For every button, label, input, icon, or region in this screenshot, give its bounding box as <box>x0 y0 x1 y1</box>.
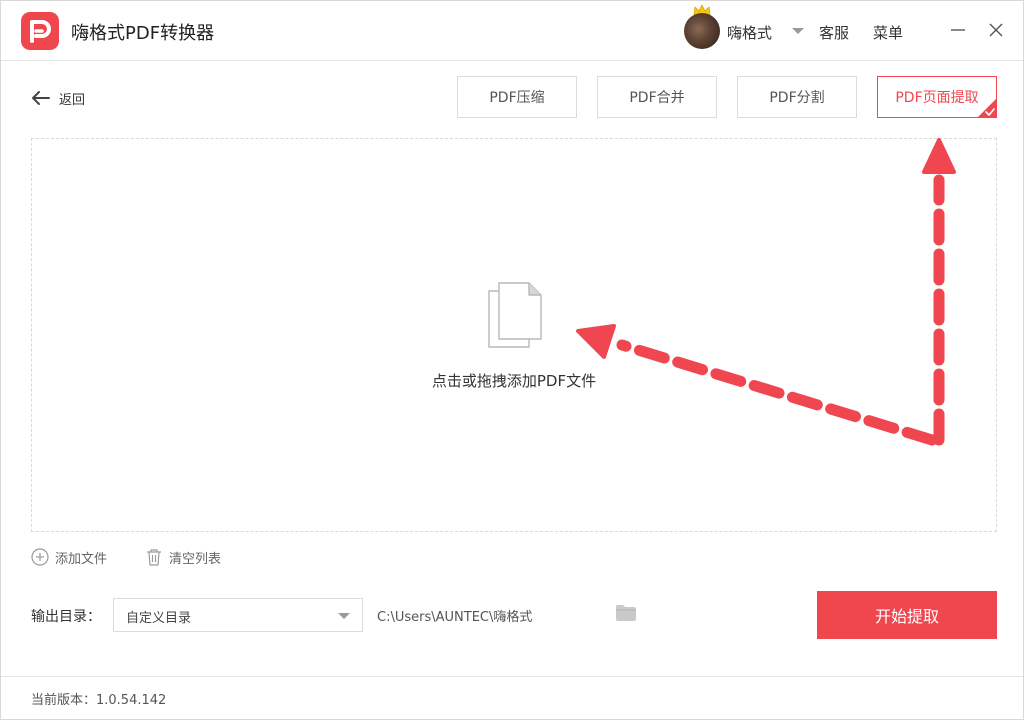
document-stack-icon <box>488 282 542 348</box>
back-button[interactable]: 返回 <box>31 87 85 109</box>
check-corner-icon <box>977 98 997 118</box>
version-text: 当前版本：1.0.54.142 <box>31 693 167 708</box>
tab-pdf-merge[interactable]: PDF合并 <box>597 76 717 118</box>
username[interactable]: 嗨格式 <box>727 22 772 43</box>
tab-pdf-compress[interactable]: PDF压缩 <box>457 76 577 118</box>
start-extract-button[interactable]: 开始提取 <box>817 591 997 639</box>
trash-icon <box>147 549 161 566</box>
title-bar: 嗨格式PDF转换器 嗨格式 客服 菜单 <box>1 1 1023 61</box>
output-dir-select[interactable]: 自定义目录 <box>113 598 363 632</box>
clear-list-label: 清空列表 <box>169 551 222 567</box>
avatar[interactable] <box>684 13 720 49</box>
clear-list-button[interactable]: 清空列表 <box>145 547 221 567</box>
tab-pdf-page-extract[interactable]: PDF页面提取 <box>877 76 997 118</box>
customer-service-link[interactable]: 客服 <box>819 22 849 43</box>
output-path: C:\Users\AUNTEC\嗨格式 <box>377 610 533 625</box>
menu-link[interactable]: 菜单 <box>873 22 903 43</box>
pdf-logo-icon <box>21 12 59 50</box>
close-icon[interactable] <box>986 19 1006 41</box>
chevron-down-icon <box>338 613 350 619</box>
plus-circle-icon <box>31 548 49 566</box>
app-window: 嗨格式PDF转换器 嗨格式 客服 菜单 返回 PDF压缩 PDF合并 PDF分割… <box>0 0 1024 720</box>
tab-pdf-split[interactable]: PDF分割 <box>737 76 857 118</box>
tab-pdf-page-extract-label: PDF页面提取 <box>895 90 979 106</box>
arrow-left-icon <box>32 91 50 105</box>
output-dir-select-value: 自定义目录 <box>126 611 192 626</box>
add-file-label: 添加文件 <box>55 551 108 567</box>
minimize-icon[interactable] <box>948 19 968 41</box>
drop-hint: 点击或拖拽添加PDF文件 <box>431 372 597 390</box>
chevron-down-icon[interactable] <box>792 28 804 34</box>
app-title: 嗨格式PDF转换器 <box>71 23 215 44</box>
footer: 当前版本：1.0.54.142 <box>1 676 1023 719</box>
back-label: 返回 <box>59 92 86 108</box>
file-drop-zone[interactable]: 点击或拖拽添加PDF文件 <box>31 138 997 532</box>
output-dir-label: 输出目录： <box>31 609 101 625</box>
add-file-button[interactable]: 添加文件 <box>31 547 107 567</box>
folder-icon[interactable] <box>615 604 637 622</box>
